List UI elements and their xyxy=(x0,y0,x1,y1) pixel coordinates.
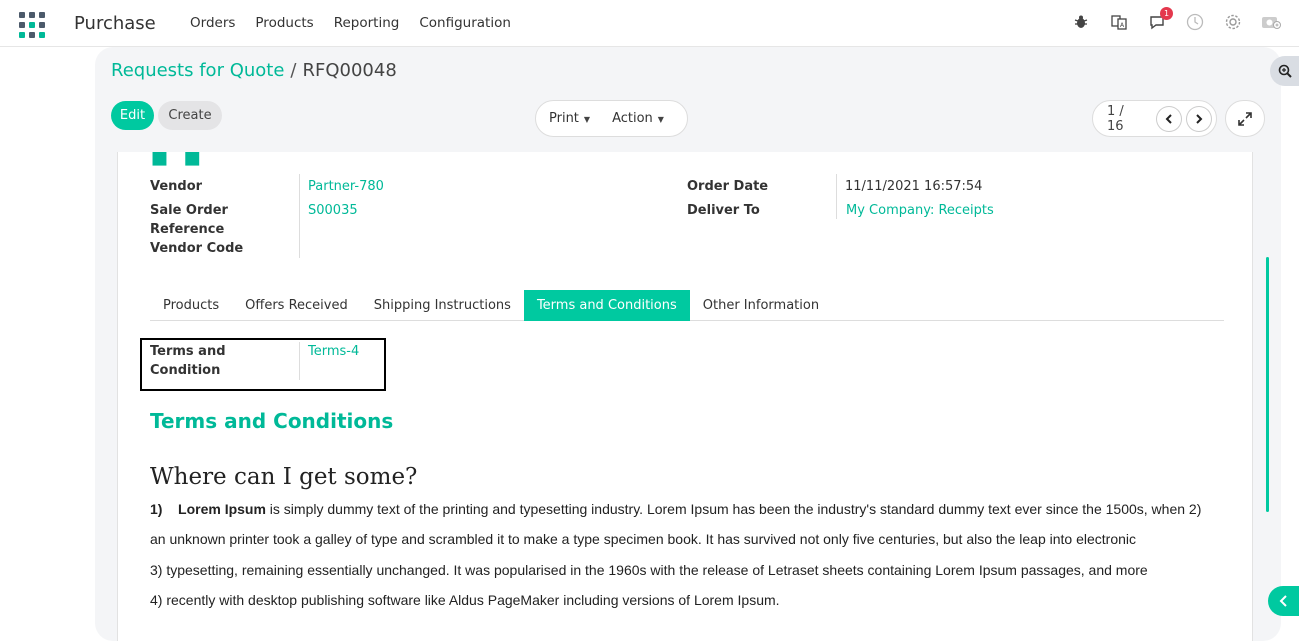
create-button[interactable]: Create xyxy=(158,101,222,130)
field-divider xyxy=(836,174,837,219)
terms-heading: Terms and Conditions xyxy=(150,409,394,433)
terms-paragraph-1: 1) Lorem Ipsum is simply dummy text of t… xyxy=(150,501,1201,517)
order-date-field[interactable]: 11/11/2021 16:57:54 xyxy=(845,177,982,196)
terms-paragraph-2: an unknown printer took a galley of type… xyxy=(150,531,1136,547)
chevron-left-icon[interactable] xyxy=(1156,105,1183,132)
tab-offers-received[interactable]: Offers Received xyxy=(232,290,361,321)
terms-condition-label: Terms and Condition xyxy=(150,344,226,378)
terms-paragraph-4: 4) recently with desktop publishing soft… xyxy=(150,592,780,608)
vendor-label: Vendor xyxy=(150,179,203,194)
order-date-label: Order Date xyxy=(687,179,769,194)
vendor-code-label: Vendor Code xyxy=(150,241,244,256)
tab-other-information[interactable]: Other Information xyxy=(690,290,832,321)
camera-icon[interactable] xyxy=(1261,12,1281,32)
apps-menu-icon[interactable] xyxy=(19,12,45,38)
print-dropdown[interactable]: Print ▼ xyxy=(549,111,590,126)
breadcrumb-current: RFQ00048 xyxy=(302,60,397,81)
main-menu: Orders Products Reporting Configuration xyxy=(190,15,511,31)
expand-icon[interactable] xyxy=(1225,100,1265,137)
app-brand[interactable]: Purchase xyxy=(74,13,156,34)
print-action-group: Print ▼ Action ▼ xyxy=(535,100,688,137)
edit-button[interactable]: Edit xyxy=(111,101,154,130)
paragraph-text: is simply dummy text of the printing and… xyxy=(265,501,1202,517)
bug-icon[interactable] xyxy=(1071,12,1091,32)
chat-icon[interactable]: 1 xyxy=(1147,7,1173,32)
notebook-tabs: Products Offers Received Shipping Instru… xyxy=(150,290,1224,321)
form-sheet: ▪ ▪ Vendor Partner-780 Sale Order Refere… xyxy=(117,152,1253,641)
action-label: Action xyxy=(612,111,653,126)
systray: A 1 xyxy=(1071,7,1281,32)
tab-shipping-instructions[interactable]: Shipping Instructions xyxy=(361,290,524,321)
print-label: Print xyxy=(549,111,579,126)
breadcrumb-parent-link[interactable]: Requests for Quote xyxy=(111,60,284,81)
deliver-to-label: Deliver To xyxy=(687,203,760,218)
pager-value[interactable]: 1 / 16 xyxy=(1107,104,1144,134)
translate-icon[interactable]: A xyxy=(1109,12,1129,32)
breadcrumb-separator: / xyxy=(290,60,297,81)
menu-item-reporting[interactable]: Reporting xyxy=(334,15,400,31)
terms-paragraph-3: 3) typesetting, remaining essentially un… xyxy=(150,562,1148,578)
sale-order-label: Sale Order Reference xyxy=(150,203,228,237)
menu-item-configuration[interactable]: Configuration xyxy=(419,15,511,31)
scrollbar[interactable] xyxy=(1266,257,1269,512)
paragraph-number: 1) xyxy=(150,501,163,517)
paragraph-bold-text: Lorem Ipsum xyxy=(178,501,266,517)
tab-products[interactable]: Products xyxy=(150,290,232,321)
main-container: Requests for Quote / RFQ00048 Edit Creat… xyxy=(95,47,1281,641)
caret-down-icon: ▼ xyxy=(657,115,664,124)
deliver-to-field[interactable]: My Company: Receipts xyxy=(846,201,994,220)
vendor-field[interactable]: Partner-780 xyxy=(308,177,384,196)
record-pager: 1 / 16 xyxy=(1092,100,1217,137)
clock-icon[interactable] xyxy=(1185,12,1205,32)
zoom-in-icon[interactable] xyxy=(1270,56,1299,86)
notification-badge: 1 xyxy=(1160,7,1173,20)
field-divider xyxy=(299,342,300,380)
chevron-right-icon[interactable] xyxy=(1186,105,1213,132)
menu-item-products[interactable]: Products xyxy=(255,15,313,31)
top-navbar: Purchase Orders Products Reporting Confi… xyxy=(0,0,1299,47)
chevron-left-icon[interactable] xyxy=(1268,586,1299,616)
tab-terms-and-conditions[interactable]: Terms and Conditions xyxy=(523,290,690,321)
menu-item-orders[interactable]: Orders xyxy=(190,15,235,31)
action-dropdown[interactable]: Action ▼ xyxy=(612,111,664,126)
gear-icon[interactable] xyxy=(1223,12,1243,32)
terms-subheading: Where can I get some? xyxy=(150,464,418,490)
breadcrumb: Requests for Quote / RFQ00048 xyxy=(111,60,397,81)
sale-order-field[interactable]: S00035 xyxy=(308,201,358,220)
caret-down-icon: ▼ xyxy=(583,115,591,124)
cut-off-title-decoration: ▪ ▪ xyxy=(150,152,204,173)
field-divider xyxy=(299,174,300,258)
terms-condition-field[interactable]: Terms-4 xyxy=(308,342,359,361)
